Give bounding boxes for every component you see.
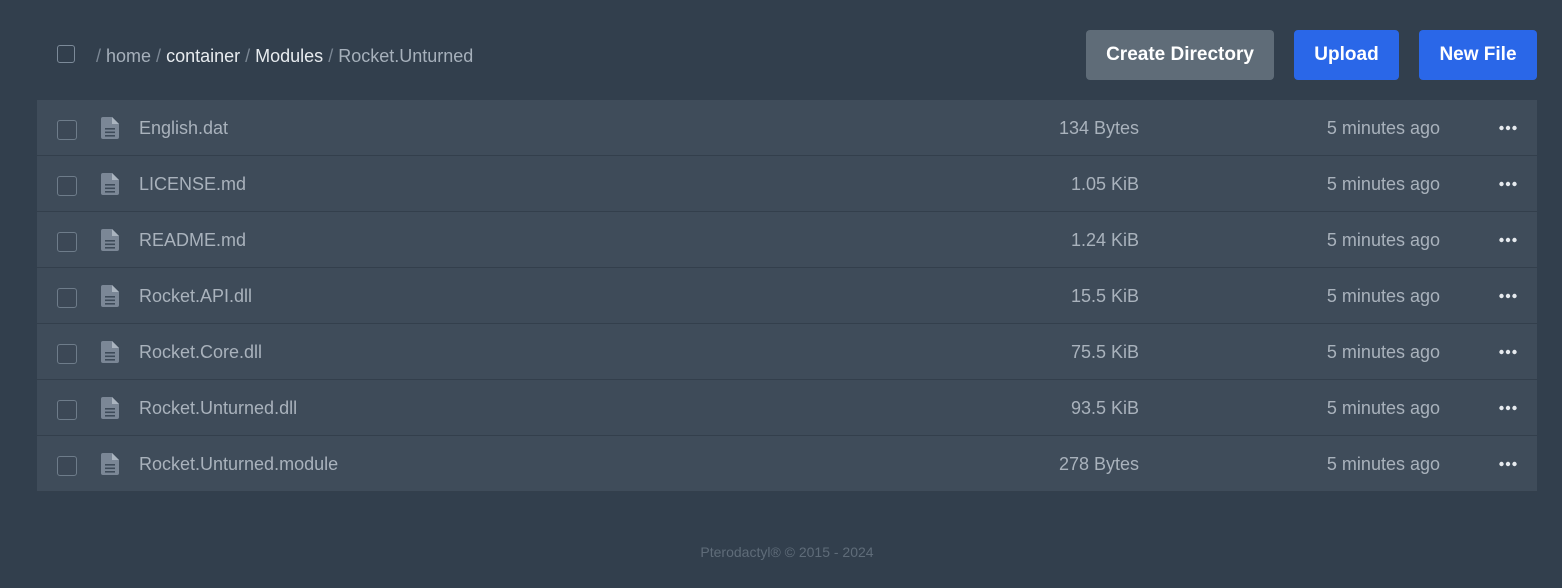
file-name[interactable]: README.md [139, 229, 246, 251]
select-all-checkbox[interactable] [57, 45, 75, 63]
file-text-icon [101, 397, 119, 419]
file-actions-button[interactable] [1487, 450, 1529, 478]
file-select-checkbox[interactable] [57, 456, 77, 476]
breadcrumb-current-folder: Rocket.Unturned [338, 46, 474, 66]
file-manager-header: / home / container / Modules / Rocket.Unturned … [0, 0, 1562, 100]
file-select-checkbox[interactable] [57, 120, 77, 140]
create-directory-button[interactable]: Create Directory [1086, 30, 1274, 80]
file-actions-button[interactable] [1487, 394, 1529, 422]
file-row[interactable]: Rocket.Core.dll 75.5 KiB 5 minutes ago [37, 324, 1537, 380]
file-select-checkbox[interactable] [57, 176, 77, 196]
file-modified-time: 5 minutes ago [1326, 342, 1440, 362]
file-actions-button[interactable] [1487, 282, 1529, 310]
file-row[interactable]: Rocket.Unturned.dll 93.5 KiB 5 minutes a… [37, 380, 1537, 436]
file-modified-time: 5 minutes ago [1326, 398, 1440, 418]
breadcrumb-container[interactable]: container [166, 46, 240, 66]
file-name[interactable]: English.dat [139, 117, 228, 139]
more-horizontal-icon [1499, 293, 1517, 299]
file-modified-time: 5 minutes ago [1326, 454, 1440, 474]
file-list: English.dat 134 Bytes 5 minutes ago LICE… [37, 100, 1537, 492]
file-text-icon [101, 453, 119, 475]
file-row[interactable]: LICENSE.md 1.05 KiB 5 minutes ago [37, 156, 1537, 212]
file-select-checkbox[interactable] [57, 232, 77, 252]
file-actions-button[interactable] [1487, 338, 1529, 366]
breadcrumb-separator: / [328, 46, 334, 66]
breadcrumb-separator: / [156, 46, 162, 66]
file-size: 93.5 KiB [1070, 398, 1139, 418]
file-name[interactable]: LICENSE.md [139, 173, 246, 195]
file-actions-button[interactable] [1487, 226, 1529, 254]
upload-button[interactable]: Upload [1294, 30, 1399, 80]
file-row[interactable]: English.dat 134 Bytes 5 minutes ago [37, 100, 1537, 156]
file-text-icon [101, 117, 119, 139]
breadcrumb-separator: / [96, 46, 102, 66]
file-name[interactable]: Rocket.Core.dll [139, 341, 262, 363]
file-select-checkbox[interactable] [57, 400, 77, 420]
file-row[interactable]: Rocket.API.dll 15.5 KiB 5 minutes ago [37, 268, 1537, 324]
file-name[interactable]: Rocket.Unturned.module [139, 453, 338, 475]
more-horizontal-icon [1499, 349, 1517, 355]
file-actions-button[interactable] [1487, 170, 1529, 198]
file-size: 75.5 KiB [1070, 342, 1139, 362]
file-text-icon [101, 341, 119, 363]
breadcrumb-home[interactable]: home [106, 46, 151, 66]
more-horizontal-icon [1499, 237, 1517, 243]
file-size: 134 Bytes [1058, 118, 1139, 138]
file-modified-time: 5 minutes ago [1326, 118, 1440, 138]
file-name[interactable]: Rocket.Unturned.dll [139, 397, 297, 419]
file-size: 15.5 KiB [1070, 286, 1139, 306]
breadcrumb-modules[interactable]: Modules [255, 46, 323, 66]
file-row[interactable]: README.md 1.24 KiB 5 minutes ago [37, 212, 1537, 268]
file-size: 278 Bytes [1058, 454, 1139, 474]
file-size: 1.05 KiB [1070, 174, 1139, 194]
breadcrumb-separator: / [245, 46, 251, 66]
file-text-icon [101, 173, 119, 195]
more-horizontal-icon [1499, 181, 1517, 187]
file-actions-button[interactable] [1487, 114, 1529, 142]
more-horizontal-icon [1499, 125, 1517, 131]
more-horizontal-icon [1499, 405, 1517, 411]
file-text-icon [101, 229, 119, 251]
file-modified-time: 5 minutes ago [1326, 230, 1440, 250]
file-modified-time: 5 minutes ago [1326, 174, 1440, 194]
file-select-checkbox[interactable] [57, 344, 77, 364]
file-modified-time: 5 minutes ago [1326, 286, 1440, 306]
footer-copyright: Pterodactyl® © 2015 - 2024 [700, 544, 874, 560]
file-name[interactable]: Rocket.API.dll [139, 285, 252, 307]
file-size: 1.24 KiB [1070, 230, 1139, 250]
new-file-button[interactable]: New File [1419, 30, 1537, 80]
breadcrumb: / home / container / Modules / Rocket.Unturned [96, 45, 473, 67]
file-text-icon [101, 285, 119, 307]
more-horizontal-icon [1499, 461, 1517, 467]
file-row[interactable]: Rocket.Unturned.module 278 Bytes 5 minut… [37, 436, 1537, 492]
file-select-checkbox[interactable] [57, 288, 77, 308]
